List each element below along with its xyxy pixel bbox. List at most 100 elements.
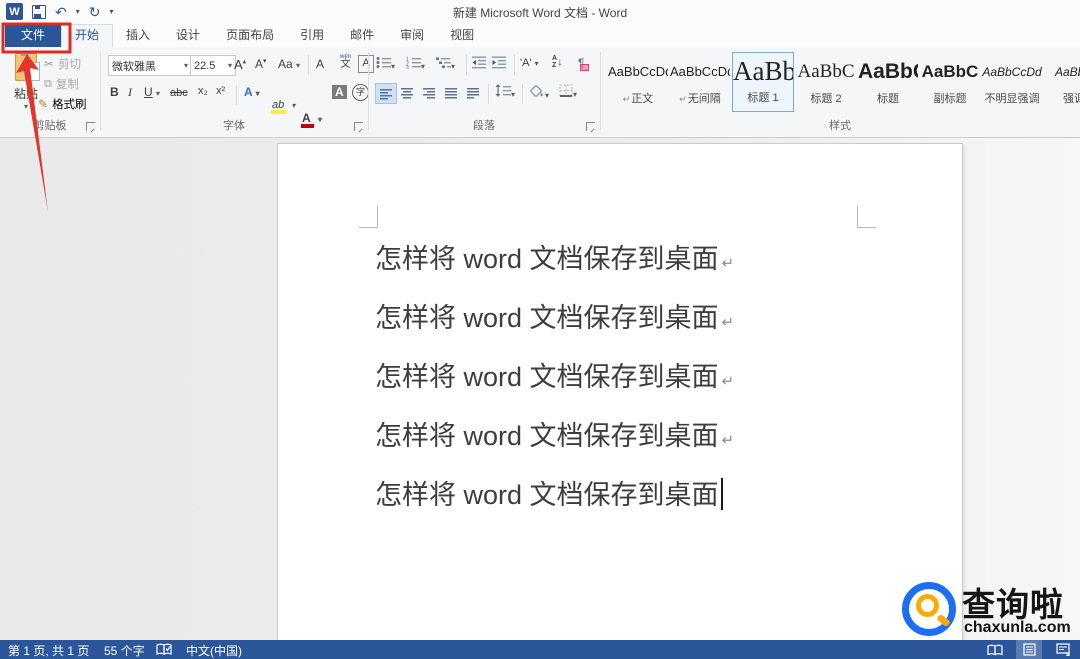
- align-center-button[interactable]: [397, 83, 417, 102]
- web-layout-button[interactable]: [1050, 640, 1076, 659]
- line-spacing-button[interactable]: ▾: [495, 84, 515, 100]
- increase-indent-button[interactable]: [492, 56, 507, 72]
- font-group-label: 字体: [100, 117, 368, 133]
- align-right-button[interactable]: [419, 83, 439, 102]
- print-layout-button[interactable]: [1016, 640, 1042, 659]
- tab-page-layout[interactable]: 页面布局: [213, 24, 287, 47]
- style-normal[interactable]: AaBbCcDd ↵正文: [608, 54, 668, 110]
- read-mode-button[interactable]: [982, 640, 1008, 659]
- justify-button[interactable]: [441, 83, 461, 102]
- read-mode-icon: [987, 644, 1003, 656]
- distribute-button[interactable]: [463, 83, 483, 102]
- doc-line[interactable]: 怎样将 word 文档保存到桌面↵: [375, 232, 895, 291]
- redo-button[interactable]: ↻: [89, 4, 101, 20]
- format-painter-button[interactable]: ✎ 格式刷: [38, 96, 87, 112]
- character-shading-button[interactable]: A: [332, 85, 347, 99]
- justify-icon: [444, 87, 458, 99]
- tab-file[interactable]: 文件: [5, 24, 61, 47]
- enclose-characters-button[interactable]: 字: [352, 84, 369, 101]
- scissors-icon: ✂: [44, 57, 54, 71]
- language-indicator[interactable]: 中文(中国): [186, 642, 242, 659]
- paragraph-mark: ↵: [722, 255, 735, 272]
- shading-button[interactable]: ▾: [529, 84, 549, 101]
- change-case-button[interactable]: Aa ▾: [278, 57, 300, 71]
- paragraph-dialog-launcher[interactable]: [586, 122, 595, 131]
- bold-button[interactable]: B: [110, 85, 119, 99]
- customize-qat-button[interactable]: ▾: [109, 7, 113, 16]
- doc-line[interactable]: 怎样将 word 文档保存到桌面↵: [375, 350, 895, 409]
- undo-dropdown-icon[interactable]: ▾: [76, 7, 80, 16]
- document-page[interactable]: 怎样将 word 文档保存到桌面↵ 怎样将 word 文档保存到桌面↵ 怎样将 …: [277, 143, 963, 642]
- font-name-combobox[interactable]: 微软雅黑 ▾: [108, 55, 192, 76]
- undo-button[interactable]: ↶: [55, 4, 67, 20]
- save-button[interactable]: [32, 5, 46, 19]
- superscript-button[interactable]: x²: [216, 85, 225, 97]
- page-indicator[interactable]: 第 1 页, 共 1 页: [8, 642, 89, 659]
- doc-line[interactable]: 怎样将 word 文档保存到桌面↵: [375, 291, 895, 350]
- font-dialog-launcher[interactable]: [354, 122, 363, 131]
- indent-icon: [492, 56, 507, 69]
- shrink-font-button[interactable]: A▾: [255, 57, 267, 71]
- tab-review[interactable]: 审阅: [387, 24, 437, 47]
- word-count[interactable]: 55 个字: [104, 642, 145, 659]
- ribbon-tab-row: 文件 开始 插入 设计 页面布局 引用 邮件 审阅 视图: [0, 24, 1080, 47]
- italic-button[interactable]: I: [128, 85, 132, 100]
- style-subtitle[interactable]: AaBbC 副标题: [920, 54, 980, 110]
- style-heading1[interactable]: AaBb 标题 1: [732, 52, 794, 112]
- styles-group: AaBbCcDd ↵正文 AaBbCcDd ↵无间隔 AaBb 标题 1 AaB…: [600, 47, 1080, 136]
- magnifier-lens-icon: [916, 594, 939, 617]
- clipboard-dialog-launcher[interactable]: [86, 122, 95, 131]
- chevron-down-icon: ▾: [228, 61, 232, 70]
- clipboard-group: 粘贴 ▾ ✂ 剪切 ⧉ 复制 ✎ 格式刷 剪贴板: [0, 47, 100, 136]
- align-center-icon: [400, 87, 414, 99]
- style-subtle-emphasis[interactable]: AaBbCcDd 不明显强调: [982, 54, 1042, 110]
- tab-references[interactable]: 引用: [287, 24, 337, 47]
- strikethrough-button[interactable]: abc: [170, 87, 188, 99]
- tab-view[interactable]: 视图: [437, 24, 487, 47]
- word-logo-icon: W: [6, 3, 23, 20]
- underline-dropdown-icon[interactable]: ▾: [156, 89, 160, 98]
- grow-font-button[interactable]: A▴: [234, 57, 246, 72]
- bullet-list-icon: [376, 56, 391, 69]
- align-left-button[interactable]: [375, 83, 397, 104]
- tab-insert[interactable]: 插入: [113, 24, 163, 47]
- subscript-button[interactable]: x₂: [198, 85, 208, 97]
- sort-button[interactable]: AZ ↓: [552, 55, 563, 69]
- proofing-status-icon[interactable]: [156, 643, 172, 659]
- style-no-spacing[interactable]: AaBbCcDd ↵无间隔: [670, 54, 730, 110]
- text-effects-button[interactable]: A ▾: [244, 85, 260, 99]
- print-layout-icon: [1023, 643, 1036, 656]
- tab-design[interactable]: 设计: [163, 24, 213, 47]
- paragraph-group: ▾ 123 ▾ ▾: [368, 47, 600, 136]
- style-title[interactable]: AaBbC 标题: [858, 54, 918, 110]
- tab-mailings[interactable]: 邮件: [337, 24, 387, 47]
- underline-button[interactable]: U: [144, 85, 153, 99]
- bullets-button[interactable]: ▾: [376, 56, 395, 72]
- align-left-icon: [379, 88, 393, 100]
- doc-line[interactable]: 怎样将 word 文档保存到桌面↵: [375, 409, 895, 468]
- line-spacing-icon: [495, 84, 511, 97]
- cut-button[interactable]: ✂ 剪切: [44, 56, 81, 72]
- decrease-indent-button[interactable]: [472, 56, 487, 72]
- style-heading2[interactable]: AaBbC 标题 2: [796, 54, 856, 110]
- quick-access-toolbar: W ↶ ▾ ↻ ▾: [6, 3, 114, 20]
- paste-button[interactable]: 粘贴 ▾: [6, 53, 46, 127]
- doc-line[interactable]: 怎样将 word 文档保存到桌面: [375, 468, 895, 522]
- multilevel-list-icon: [436, 56, 451, 69]
- paragraph-group-label: 段落: [368, 117, 600, 133]
- multilevel-list-button[interactable]: ▾: [436, 56, 455, 72]
- font-size-combobox[interactable]: 22.5 ▾: [190, 55, 236, 76]
- copy-icon: ⧉: [44, 78, 52, 91]
- text-cursor: [721, 478, 723, 510]
- numbering-button[interactable]: 123 ▾: [406, 56, 425, 72]
- tab-home[interactable]: 开始: [61, 24, 113, 47]
- document-text[interactable]: 怎样将 word 文档保存到桌面↵ 怎样将 word 文档保存到桌面↵ 怎样将 …: [375, 232, 895, 522]
- asian-layout-button[interactable]: 'A' ▾: [520, 57, 539, 69]
- phonetic-guide-button[interactable]: wén 文: [340, 54, 351, 70]
- show-marks-button[interactable]: ¶: [578, 56, 584, 70]
- borders-icon: [559, 84, 573, 97]
- borders-button[interactable]: ▾: [559, 84, 577, 100]
- copy-button[interactable]: ⧉ 复制: [44, 76, 79, 92]
- style-emphasis[interactable]: AaBbC 强调: [1044, 54, 1080, 110]
- title-bar: W ↶ ▾ ↻ ▾ 新建 Microsoft Word 文档 - Word: [0, 0, 1080, 24]
